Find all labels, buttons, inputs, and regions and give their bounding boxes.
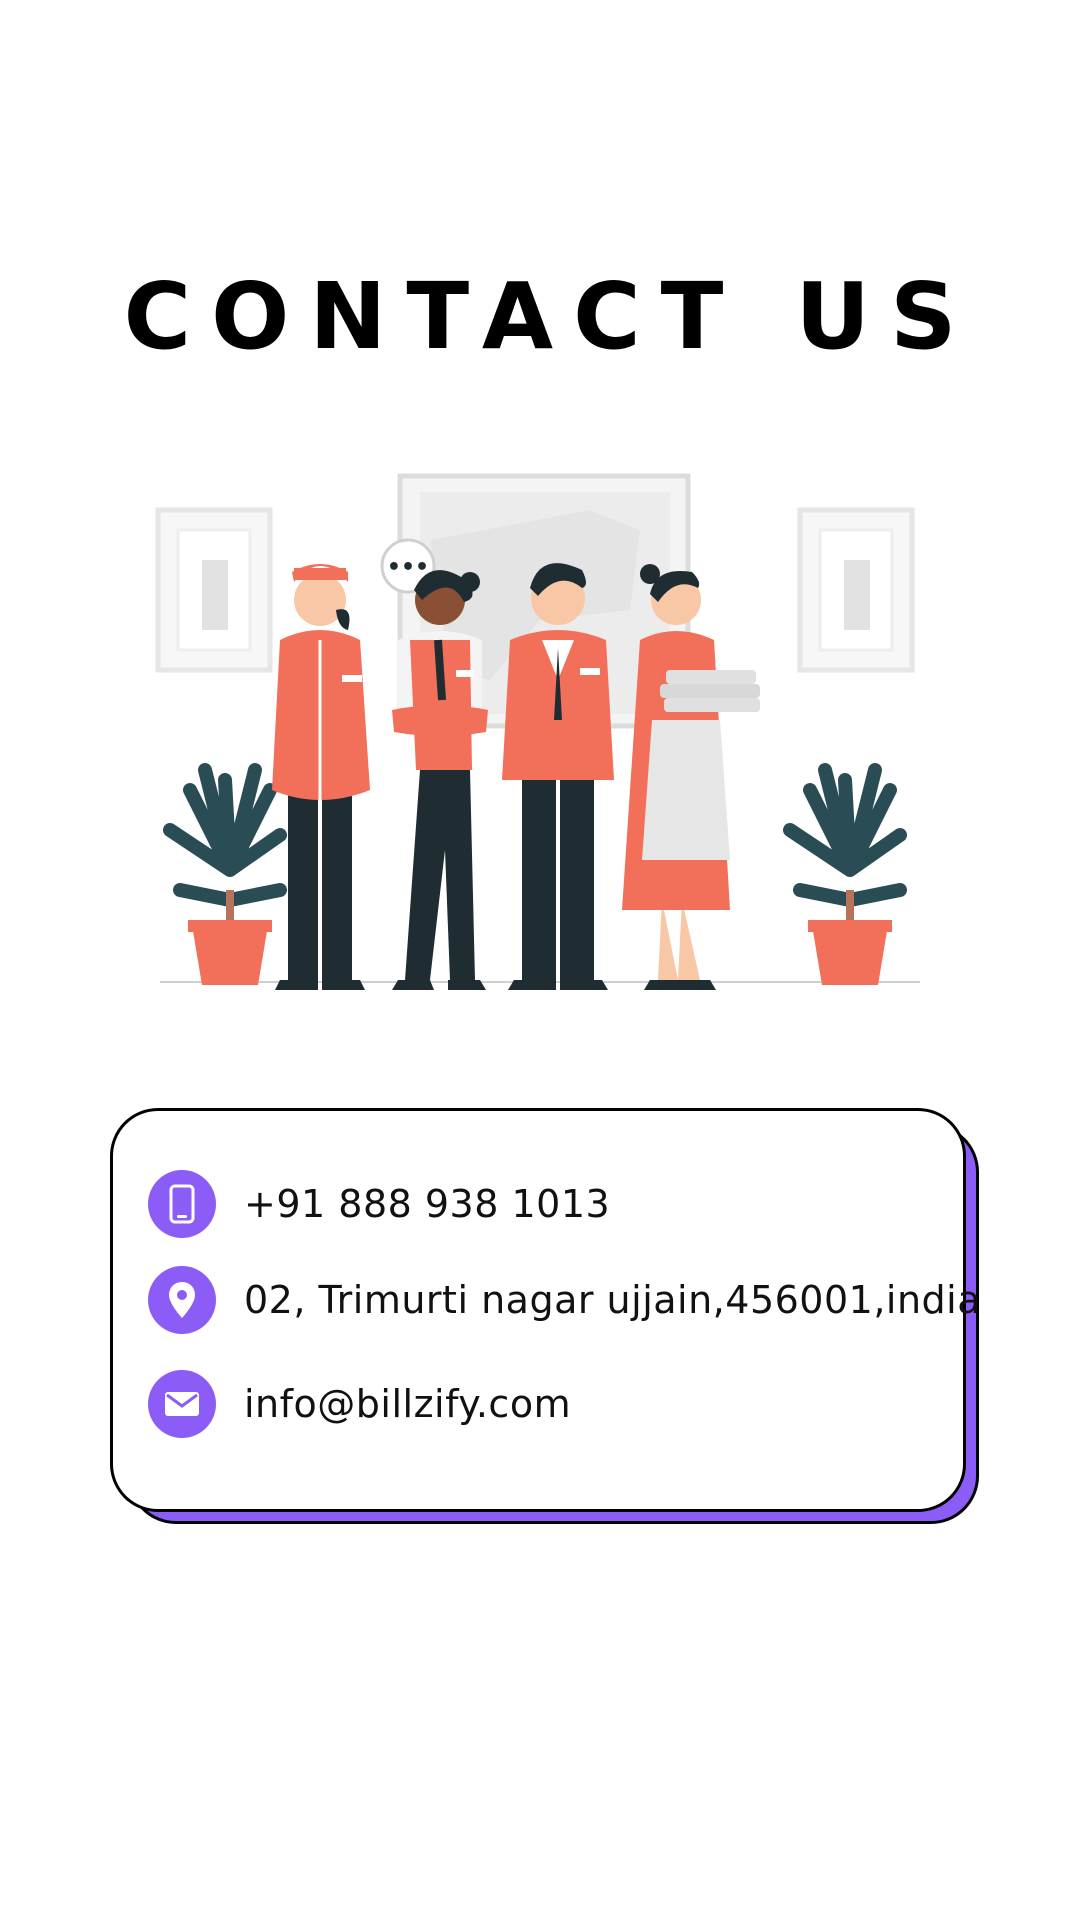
- contact-phone-row[interactable]: +91 888 938 1013: [148, 1170, 610, 1238]
- hotel-staff-illustration: •••: [155, 473, 920, 990]
- page-title: CONTACT US: [123, 263, 977, 370]
- contact-address-row[interactable]: 02, Trimurti nagar ujjain,456001,india: [148, 1266, 981, 1334]
- contact-email-row[interactable]: info@billzify.com: [148, 1370, 571, 1438]
- contact-phone-text[interactable]: +91 888 938 1013: [244, 1182, 610, 1226]
- left-plant: [163, 763, 287, 985]
- bellhop-figure: [272, 564, 370, 990]
- contact-email-text[interactable]: info@billzify.com: [244, 1382, 571, 1426]
- speech-bubble-dots: •••: [387, 555, 429, 580]
- location-pin-icon: [148, 1266, 216, 1334]
- envelope-icon: [148, 1370, 216, 1438]
- mobile-phone-icon: [148, 1170, 216, 1238]
- contact-address-text: 02, Trimurti nagar ujjain,456001,india: [244, 1278, 982, 1322]
- right-plant: [783, 763, 907, 985]
